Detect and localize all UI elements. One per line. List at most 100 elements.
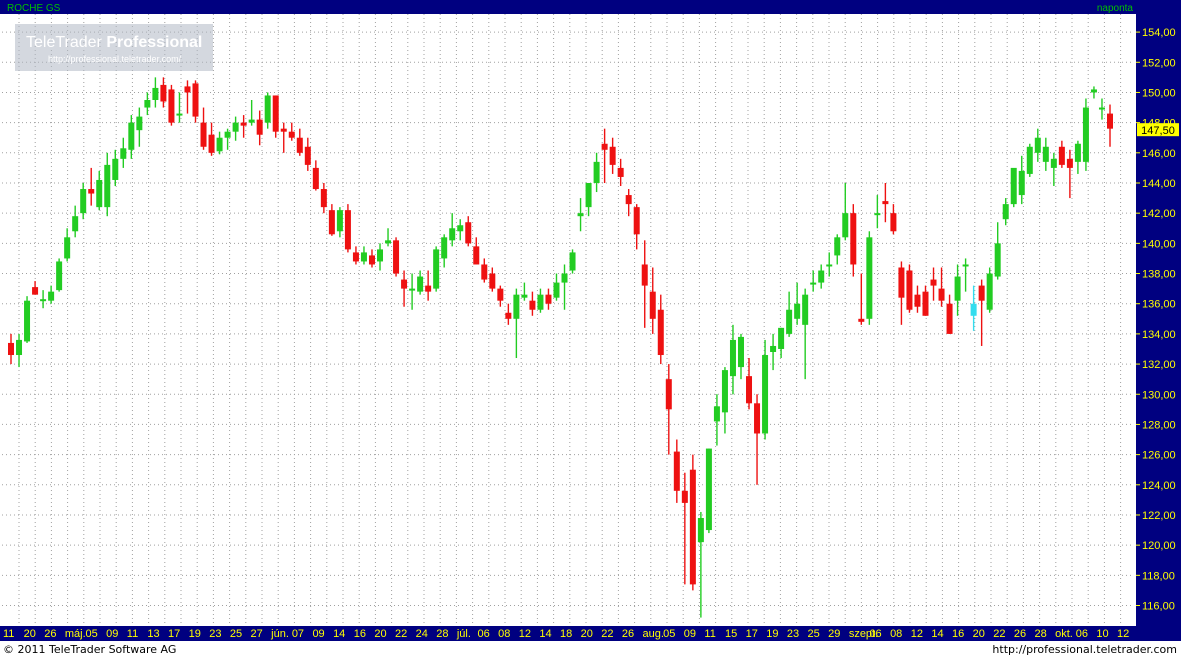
candle-body bbox=[232, 122, 239, 132]
candle-body bbox=[120, 148, 127, 159]
price-tick-label: 134,00 bbox=[1142, 329, 1176, 341]
candle-body bbox=[96, 179, 103, 208]
candle bbox=[192, 80, 199, 123]
date-tick-label: 13 bbox=[147, 628, 159, 640]
candle-body bbox=[593, 161, 600, 183]
candle bbox=[393, 237, 400, 277]
date-tick-label: 11 bbox=[127, 628, 138, 640]
candle-body bbox=[409, 288, 416, 291]
date-tick-label: okt. bbox=[1055, 628, 1073, 640]
candle-body bbox=[328, 210, 335, 235]
candle-body bbox=[978, 285, 985, 301]
date-tick-label: 20 bbox=[374, 628, 386, 640]
candle-body bbox=[649, 291, 656, 319]
date-tick-label: 16 bbox=[354, 628, 366, 640]
candle-body bbox=[906, 270, 913, 310]
candle bbox=[433, 246, 440, 292]
candle bbox=[569, 249, 576, 274]
candle bbox=[344, 204, 351, 253]
candle-body bbox=[497, 288, 504, 301]
candle-body bbox=[489, 273, 496, 289]
candle-body bbox=[8, 342, 14, 356]
candle bbox=[986, 267, 993, 313]
candle-body bbox=[705, 448, 712, 531]
candle-body bbox=[1090, 89, 1097, 93]
date-tick-label: 23 bbox=[787, 628, 799, 640]
candle-body bbox=[1098, 107, 1105, 110]
candle-body bbox=[280, 128, 287, 132]
date-tick-label: 22 bbox=[601, 628, 613, 640]
candle-body bbox=[368, 255, 375, 265]
candle-body bbox=[80, 189, 87, 214]
candle-body bbox=[1042, 146, 1049, 162]
candle-body bbox=[1066, 158, 1073, 168]
candle-body bbox=[360, 252, 367, 262]
copyright-text: © 2011 TeleTrader Software AG bbox=[3, 643, 177, 656]
candle-body bbox=[633, 207, 640, 235]
price-tick-label: 142,00 bbox=[1142, 208, 1176, 220]
candle-body bbox=[946, 303, 953, 334]
price-chart: ROCHE GS naponta 154,00152,00150,00148,0… bbox=[0, 0, 1181, 641]
candle-body bbox=[264, 95, 271, 123]
date-tick-label: 26 bbox=[622, 628, 634, 640]
candle-body bbox=[834, 237, 841, 256]
candle bbox=[1082, 98, 1089, 171]
date-tick-label: 14 bbox=[333, 628, 345, 640]
candle-body bbox=[537, 294, 544, 310]
date-tick-label: 26 bbox=[1014, 628, 1026, 640]
candle-body bbox=[56, 261, 63, 291]
date-tick-label: 08 bbox=[890, 628, 902, 640]
candle-body bbox=[136, 116, 143, 131]
candle-body bbox=[296, 137, 303, 153]
candle-body bbox=[746, 376, 753, 404]
date-tick-label: 25 bbox=[230, 628, 242, 640]
period-label: naponta bbox=[1097, 3, 1134, 14]
candle-body bbox=[377, 249, 384, 262]
candle-body bbox=[505, 312, 512, 319]
candle-body bbox=[272, 95, 279, 132]
candle-body bbox=[521, 294, 528, 298]
price-tick-label: 130,00 bbox=[1142, 389, 1176, 401]
candle-body bbox=[930, 279, 937, 286]
candle-body bbox=[144, 99, 151, 108]
date-tick-label: 25 bbox=[808, 628, 820, 640]
candle-body bbox=[1002, 204, 1009, 220]
candle-body bbox=[1074, 143, 1081, 162]
candle-body bbox=[866, 237, 873, 319]
date-tick-label: 12 bbox=[911, 628, 923, 640]
candle-body bbox=[954, 276, 961, 301]
candle-body bbox=[737, 336, 744, 368]
candle-body bbox=[208, 134, 215, 153]
date-tick-label: 11 bbox=[704, 628, 715, 640]
date-tick-label: 05 bbox=[86, 628, 98, 640]
candle-body bbox=[826, 264, 833, 267]
candle-body bbox=[312, 167, 319, 190]
date-tick-label: 10 bbox=[1096, 628, 1108, 640]
candle-body bbox=[473, 246, 480, 265]
candle-body bbox=[40, 299, 47, 302]
candle-body bbox=[24, 300, 31, 342]
date-tick-label: 14 bbox=[539, 628, 551, 640]
date-tick-label: 26 bbox=[44, 628, 56, 640]
candle-body bbox=[184, 86, 191, 93]
candle-body bbox=[1010, 167, 1017, 205]
candle-body bbox=[481, 264, 488, 280]
candle-body bbox=[794, 303, 801, 319]
watermark-brand-bold: Professional bbox=[106, 34, 202, 51]
date-tick-label: 27 bbox=[251, 628, 263, 640]
date-tick-label: 29 bbox=[828, 628, 840, 640]
date-tick-label: 22 bbox=[993, 628, 1005, 640]
candle-body bbox=[778, 327, 785, 349]
price-tick-label: 152,00 bbox=[1142, 57, 1176, 69]
candle-body bbox=[641, 264, 648, 286]
candle-body bbox=[681, 490, 688, 503]
candle bbox=[56, 258, 63, 292]
candle bbox=[1026, 143, 1033, 177]
candle-body bbox=[802, 294, 809, 325]
candle-body bbox=[160, 84, 167, 102]
date-tick-label: 08 bbox=[498, 628, 510, 640]
date-tick-label: 15 bbox=[725, 628, 737, 640]
candle-body bbox=[385, 240, 392, 244]
candle-body bbox=[128, 122, 135, 150]
candle-body bbox=[336, 210, 343, 232]
